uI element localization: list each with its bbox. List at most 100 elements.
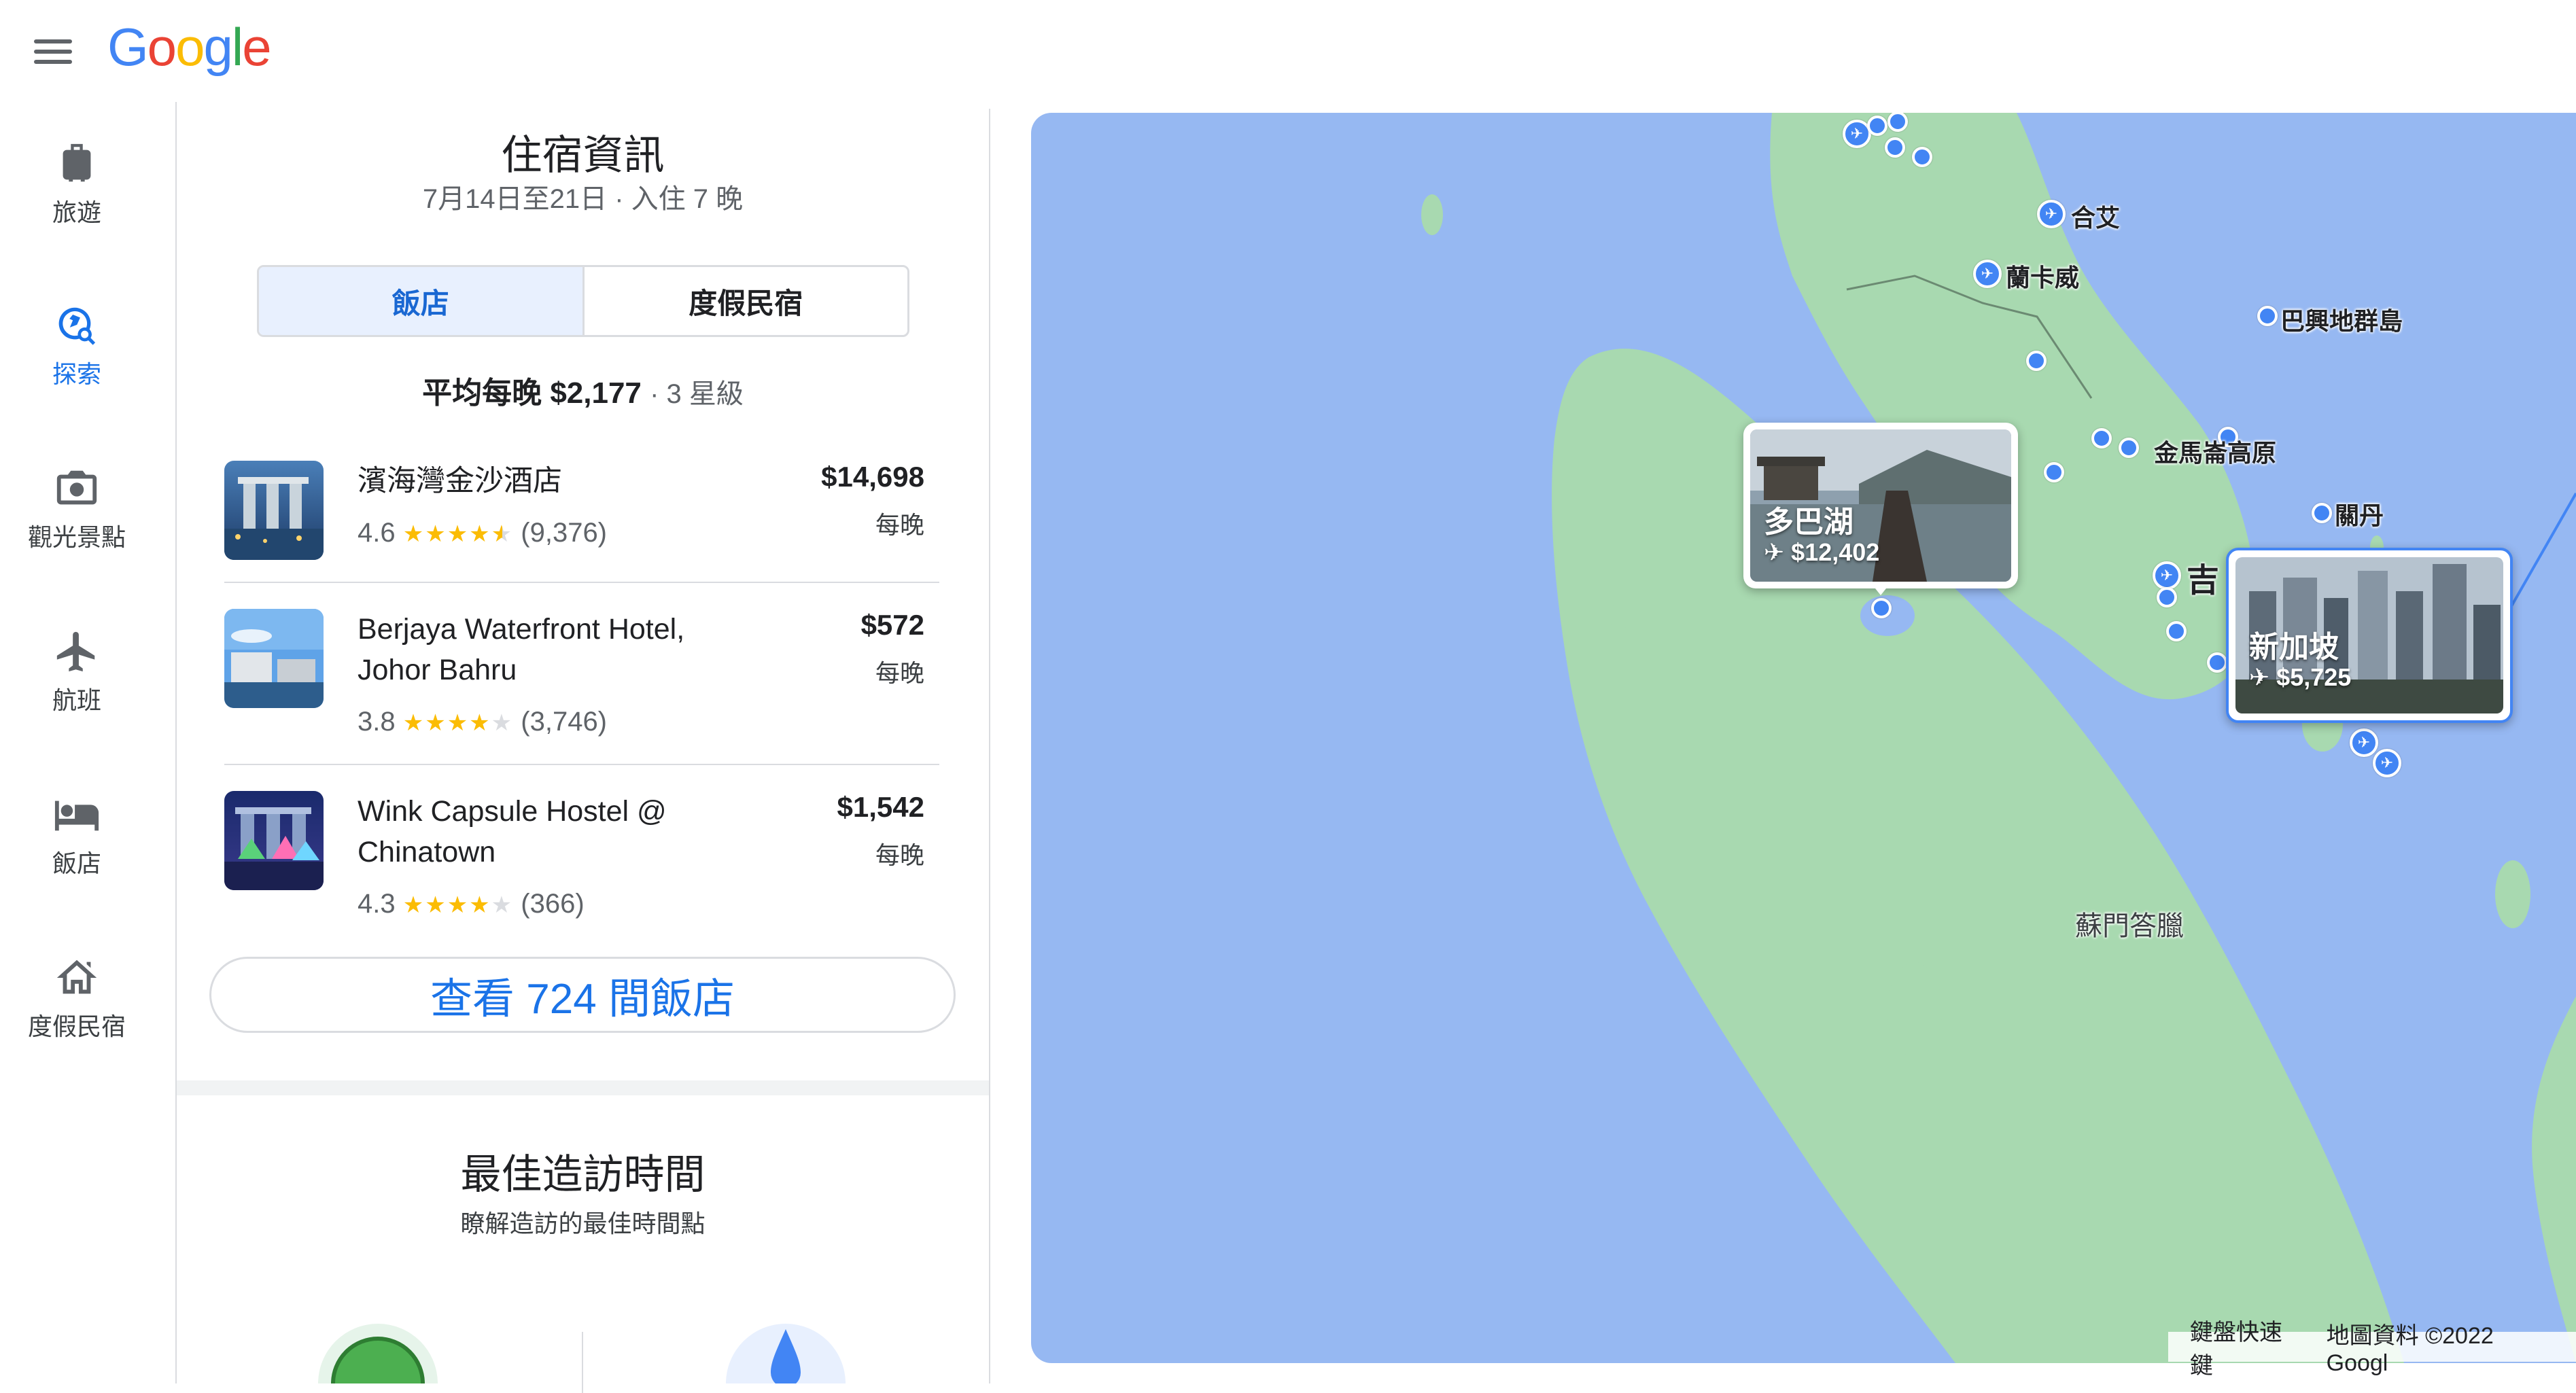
hotel-name: 濱海灣金沙酒店 [358,465,562,497]
place-pin[interactable] [1867,116,1887,136]
airport-pin[interactable]: ✈ [2373,749,2401,777]
review-count: (3,746) [521,707,608,737]
airport-pin[interactable]: ✈ [2153,561,2181,590]
nav-item-label: 探索 [52,360,101,388]
info-panel: 住宿資訊 7月14日至21日 · 入住 7 晚 飯店 度假民宿 平均每晚 $2,… [177,109,990,1393]
nav-item-vacation-rentals[interactable]: 度假民宿 [0,954,154,1042]
divider [582,1332,583,1393]
logo-letter: o [147,17,177,77]
place-pin[interactable] [1871,598,1892,618]
hotel-price: $14,698 [821,461,924,493]
price-value: $12,402 [1791,538,1880,566]
hotel-item[interactable]: Wink Capsule Hostel @ Chinatown 4.3 ★★★★… [224,791,984,920]
price-unit: 每晚 [875,659,924,687]
hotel-price: $572 [860,609,924,641]
logo-letter: o [175,17,205,77]
place-pin[interactable] [2044,462,2064,482]
map-label: 巴興地群島 [2280,307,2403,335]
section-title: 住宿資訊 [501,133,665,178]
stay-dates: 7月14日至21日 · 入住 7 晚 [422,184,744,214]
place-pin[interactable] [2207,652,2227,673]
nav-item-label: 旅遊 [52,198,101,226]
view-all-hotels-button[interactable]: 查看 724 間飯店 [209,957,956,1033]
card-pointer [1870,582,1892,595]
logo-letter: g [203,17,232,77]
menu-icon-line [34,50,72,54]
nav-item-label: 飯店 [52,849,101,877]
lodging-type-tabs: 飯店 度假民宿 [257,265,909,337]
camera-icon [56,470,97,505]
map-land-shapes [1421,113,2576,1363]
logo-letter: G [107,17,149,77]
star-rating-icon: ★★★★★ [402,892,514,918]
nav-item-label: 航班 [52,686,101,714]
map-label: 吉 [2187,563,2220,599]
airport-pin[interactable]: ✈ [2037,200,2066,228]
map-label: 金馬崙高原 [2154,439,2277,467]
rating-value: 4.6 [358,518,396,548]
place-pin[interactable] [2312,503,2332,523]
airport-pin[interactable]: ✈ [2350,728,2378,757]
average-price: $2,177 [550,376,642,410]
destination-image: 新加坡 ✈ $5,725 [2235,557,2503,713]
section-separator [177,1080,989,1095]
place-pin[interactable] [1912,147,1932,167]
place-pin[interactable] [1885,137,1905,158]
divider [224,582,939,583]
map-data-credit: 地圖資料 ©2022 Googl [2326,1323,2494,1376]
destination-card-singapore[interactable]: 新加坡 ✈ $5,725 [2226,548,2513,723]
divider [224,764,939,765]
hotel-item[interactable]: Berjaya Waterfront Hotel, Johor Bahru 3.… [224,609,984,738]
hotel-price: $1,542 [837,791,924,823]
place-pin[interactable] [2119,438,2139,458]
rating-value: 3.8 [358,707,396,737]
house-icon [56,959,97,994]
map-view[interactable]: ✈ ✈ ✈ ✈ ✈ ✈ 合艾 蘭卡威 巴興地群島 金馬崙高原 關丹 吉 蘇門答臘 [1031,113,2576,1363]
nav-item-attractions[interactable]: 觀光景點 [0,465,154,553]
map-label: 合艾 [2071,204,2121,232]
google-logo[interactable]: Google [107,16,272,78]
keyboard-shortcuts-link[interactable]: 鍵盤快速鍵 [2178,1313,2314,1380]
nav-item-travel[interactable]: 旅遊 [0,140,154,228]
destination-card-toba[interactable]: 多巴湖 ✈ $12,402 [1743,423,2018,588]
average-label: 平均每晚 [422,376,542,410]
review-count: (366) [521,889,585,919]
hotel-class: · 3 星級 [650,379,744,409]
price-value: $5,725 [2276,663,2352,691]
map-label: 蘭卡威 [2006,264,2080,292]
place-pin[interactable] [2091,428,2112,448]
side-navigation: 旅遊 探索 觀光景點 航班 飯店 度假民宿 [0,102,177,1383]
rating-value: 4.3 [358,889,396,919]
place-pin[interactable] [2026,351,2047,371]
price-unit: 每晚 [875,841,924,869]
hotel-thumbnail [224,461,324,560]
hotel-rating: 4.6 ★★★★★ (9,376) [358,518,607,548]
star-rating-icon: ★★★★★ [402,521,514,547]
nav-item-flights[interactable]: 航班 [0,628,154,716]
menu-icon-line [34,60,72,64]
nav-item-hotels[interactable]: 飯店 [0,791,154,879]
flight-price: ✈ $12,402 [1764,538,1880,566]
rain-drop-icon [726,1324,846,1383]
flight-price: ✈ $5,725 [2249,663,2352,691]
place-pin[interactable] [2257,306,2278,326]
nav-item-explore[interactable]: 探索 [0,302,154,390]
place-pin[interactable] [2157,587,2177,607]
map-attribution: 鍵盤快速鍵 地圖資料 ©2022 Googl [2168,1320,2576,1379]
airport-pin[interactable]: ✈ [1973,260,2002,288]
hotel-item[interactable]: 濱海灣金沙酒店 4.6 ★★★★★ (9,376) $14,698 每晚 [224,461,984,563]
hotel-rating: 3.8 ★★★★★ (3,746) [358,707,607,737]
bed-icon [54,800,99,831]
review-count: (9,376) [521,518,608,548]
map-label: 蘇門答臘 [2075,911,2184,941]
tab-vacation-rentals[interactable]: 度假民宿 [585,267,908,335]
star-rating-icon: ★★★★★ [402,710,514,736]
map-label: 關丹 [2335,501,2384,529]
place-pin[interactable] [2166,621,2187,641]
logo-letter: e [242,17,271,77]
menu-icon-line [34,39,72,43]
tab-hotels[interactable]: 飯店 [259,267,585,335]
nav-item-label: 觀光景點 [27,523,126,551]
destination-name: 新加坡 [2249,631,2339,664]
main-menu-button[interactable] [27,26,79,77]
